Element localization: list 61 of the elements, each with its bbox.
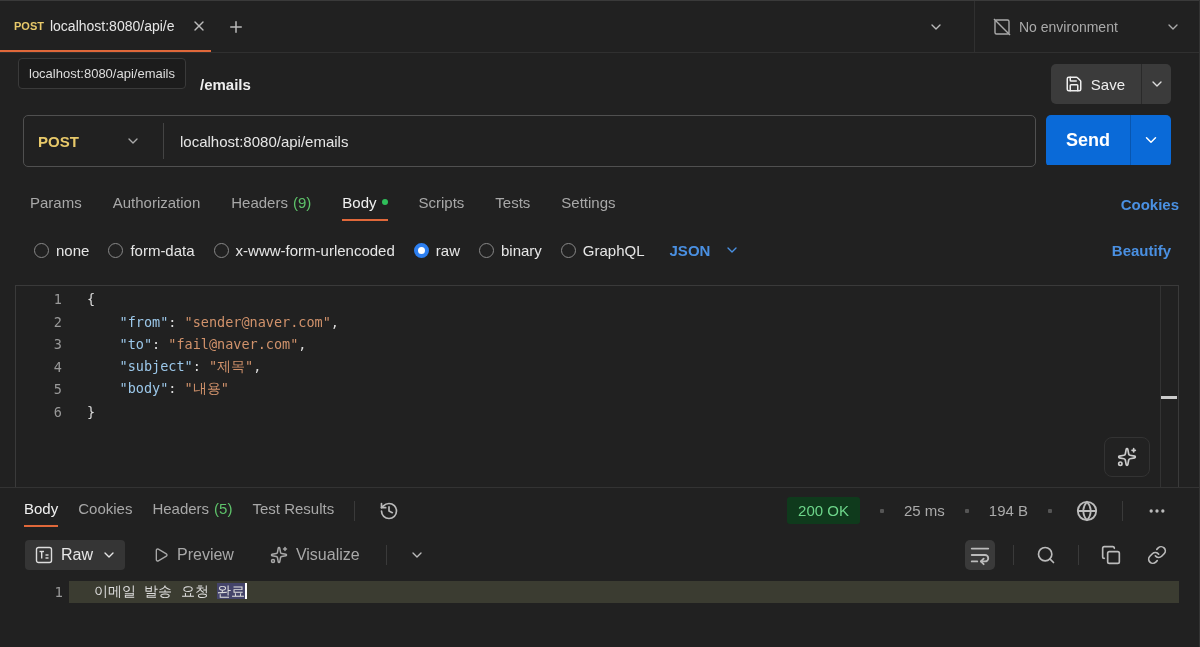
code-line: { — [87, 291, 96, 308]
save-options-button[interactable] — [1141, 64, 1171, 104]
method-dropdown[interactable]: POST — [24, 123, 164, 159]
body-type-radio[interactable]: form-data — [108, 241, 195, 259]
ai-assist-button[interactable] — [1104, 437, 1150, 477]
view-mode-button[interactable]: Raw — [25, 540, 125, 570]
response-tab[interactable]: Cookies — [78, 494, 133, 527]
cookies-link[interactable]: Cookies — [1120, 195, 1179, 213]
response-text: 이메일 발송 요청 완료 — [94, 583, 248, 601]
section-tab[interactable]: Authorization — [112, 187, 201, 221]
section-tab[interactable]: Params — [30, 187, 82, 221]
body-type-radio[interactable]: x-www-form-urlencoded — [213, 241, 395, 259]
play-icon — [153, 547, 169, 563]
response-time: 25 ms — [903, 502, 945, 519]
method-label: POST — [14, 19, 44, 32]
tooltip: localhost:8080/api/emails — [18, 58, 186, 89]
send-button[interactable]: Send — [1046, 115, 1130, 165]
line-number: 5 — [52, 381, 62, 398]
response-size: 194 B — [988, 502, 1028, 519]
format-dropdown[interactable]: JSON — [663, 240, 747, 260]
code-line: } — [87, 403, 96, 420]
request-name: /emails — [200, 75, 251, 93]
code-line: "subject": "제목", — [118, 357, 262, 376]
beautify-link[interactable]: Beautify — [1111, 241, 1171, 259]
section-tab[interactable]: Tests — [495, 187, 531, 221]
body-type-radio[interactable]: GraphQL — [560, 241, 645, 259]
crossed-out-square-icon — [993, 17, 1011, 36]
view-mode-button[interactable]: Preview — [143, 540, 242, 570]
tab-title: localhost:8080/api/e — [49, 17, 175, 34]
section-tab[interactable]: Body — [342, 187, 388, 221]
code-line: "from": "sender@naver.com", — [118, 313, 339, 330]
request-tab[interactable]: POST localhost:8080/api/e — [0, 1, 211, 52]
line-number: 1 — [15, 581, 69, 603]
line-number: 4 — [52, 358, 62, 375]
sparkles-icon — [1117, 447, 1137, 467]
wrap-text-icon[interactable] — [965, 540, 995, 570]
line-number: 1 — [52, 291, 62, 308]
section-tab[interactable]: Headers (9) — [231, 187, 312, 221]
line-number: 6 — [52, 403, 62, 420]
body-type-radio[interactable]: none — [34, 241, 90, 259]
line-number: 3 — [52, 336, 62, 353]
response-tab[interactable]: Headers (5) — [152, 494, 233, 527]
code-line: "to": "fail@naver.com", — [118, 336, 307, 353]
save-button[interactable]: Save — [1050, 64, 1141, 104]
response-tab[interactable]: Body — [24, 494, 59, 527]
section-tab[interactable]: Scripts — [418, 187, 465, 221]
status-badge: 200 OK — [787, 497, 860, 524]
section-tab[interactable]: Settings — [561, 187, 616, 221]
scrollbar[interactable] — [1160, 286, 1178, 487]
line-number: 2 — [52, 313, 62, 330]
response-tab[interactable]: Test Results — [252, 494, 335, 527]
body-type-radio[interactable]: raw — [413, 241, 460, 259]
sparkles-icon — [269, 546, 288, 564]
url-bar[interactable]: POST localhost:8080/api/emails — [23, 115, 1036, 167]
view-mode-button[interactable]: Visualize — [259, 540, 368, 570]
text-box-icon — [35, 546, 53, 564]
environment-selector[interactable]: No environment — [974, 1, 1199, 52]
code-line: "body": "내용" — [118, 380, 229, 399]
body-type-radio[interactable]: binary — [478, 241, 542, 259]
url-input[interactable]: localhost:8080/api/emails — [164, 132, 1035, 150]
code-editor[interactable]: 1 { 2 "from": "sender@naver.com", 3 "to": "fail@naver.com", 4 "subject": "제목", 5 "body": "내용" 6 } — [15, 285, 1179, 487]
